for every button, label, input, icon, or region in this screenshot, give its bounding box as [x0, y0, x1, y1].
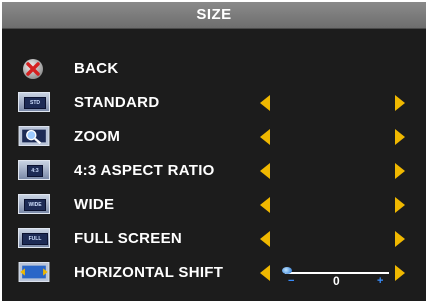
arrow-right-icon[interactable] [395, 197, 405, 213]
arrow-right-icon[interactable] [395, 163, 405, 179]
menu-item-standard[interactable]: STD STANDARD [2, 88, 426, 118]
arrow-left-icon[interactable] [260, 197, 270, 213]
wide-screen-icon: WIDE [18, 194, 50, 214]
menu-item-label: BACK [74, 60, 119, 77]
full-screen-icon: FULL [18, 228, 50, 248]
menu-item-wide[interactable]: WIDE WIDE [2, 190, 426, 220]
icon-text: 4:3 [31, 168, 39, 174]
standard-screen-icon: STD [18, 92, 50, 112]
arrow-right-icon[interactable] [395, 95, 405, 111]
menu-item-label: STANDARD [74, 94, 160, 111]
slider-plus-label: + [377, 275, 384, 287]
menu-item-label: HORIZONTAL SHIFT [74, 264, 224, 281]
icon-text: FULL [28, 236, 42, 242]
menu-item-full-screen[interactable]: FULL FULL SCREEN [2, 224, 426, 254]
slider-minus-label: − [288, 275, 295, 287]
arrow-right-icon[interactable] [395, 231, 405, 247]
menu-item-label: ZOOM [74, 128, 121, 145]
osd-menu: SIZE BACK STD STANDARD ZOOM 4:3 4:3 ASPE… [2, 2, 426, 301]
horizontal-shift-icon [18, 262, 50, 282]
arrow-left-icon[interactable] [260, 231, 270, 247]
icon-text: WIDE [28, 202, 42, 208]
menu-title: SIZE [2, 2, 426, 29]
arrow-right-icon[interactable] [395, 265, 405, 281]
arrow-left-icon[interactable] [260, 95, 270, 111]
arrow-left-icon[interactable] [260, 163, 270, 179]
menu-item-label: 4:3 ASPECT RATIO [74, 162, 215, 179]
menu-item-aspect-ratio[interactable]: 4:3 4:3 ASPECT RATIO [2, 156, 426, 186]
zoom-screen-icon [18, 126, 50, 146]
menu-item-label: WIDE [74, 196, 115, 213]
menu-item-zoom[interactable]: ZOOM [2, 122, 426, 152]
menu-item-horizontal-shift[interactable]: HORIZONTAL SHIFT − 0 + [2, 258, 426, 288]
back-x-icon [23, 59, 43, 79]
menu-item-label: FULL SCREEN [74, 230, 183, 247]
slider-value: 0 [333, 274, 340, 288]
arrow-left-icon[interactable] [260, 265, 270, 281]
shift-slider-knob[interactable] [282, 267, 292, 274]
arrow-right-icon[interactable] [395, 129, 405, 145]
icon-text: STD [30, 100, 40, 106]
menu-item-back[interactable]: BACK [2, 54, 426, 84]
aspect-ratio-icon: 4:3 [18, 160, 50, 180]
arrow-left-icon[interactable] [260, 129, 270, 145]
